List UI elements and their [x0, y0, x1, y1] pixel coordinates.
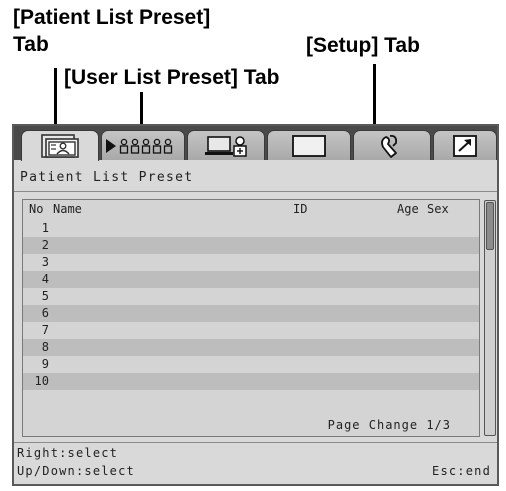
table-row[interactable]: 3	[23, 254, 479, 271]
help-right-select: Right:select	[17, 446, 119, 460]
tab-strip	[14, 126, 497, 161]
tab-patient-list-preset[interactable]	[21, 130, 99, 161]
export-arrow-icon	[453, 134, 477, 157]
table-row[interactable]: 5	[23, 288, 479, 305]
device-screen: Patient List Preset No Name ID Age Sex 1…	[12, 124, 499, 486]
scroll-thumb[interactable]	[486, 202, 494, 250]
table-row[interactable]: 1	[23, 220, 479, 237]
table-header: No Name ID Age Sex	[23, 202, 479, 220]
help-esc-end: Esc:end	[432, 464, 491, 478]
leader-line-patient-tab	[54, 68, 57, 126]
header-no: No	[29, 202, 44, 216]
row-number: 2	[41, 238, 49, 252]
table-row[interactable]: 2	[23, 237, 479, 254]
tab-setup[interactable]	[353, 130, 431, 160]
callout-user-list-tab: [User List Preset] Tab	[64, 66, 280, 89]
title-divider	[14, 191, 497, 192]
header-sex: Sex	[427, 202, 449, 216]
tab-blank-screen[interactable]	[267, 130, 351, 160]
list-scrollbar[interactable]	[484, 200, 496, 436]
table-row[interactable]: 4	[23, 271, 479, 288]
row-number: 1	[41, 221, 49, 235]
callout-patient-list-tab: [Patient List Preset]	[13, 6, 211, 29]
tab-export[interactable]	[433, 130, 497, 160]
row-number: 4	[41, 272, 49, 286]
panel-title: Patient List Preset	[20, 170, 194, 185]
wrench-icon	[381, 134, 398, 158]
computer-user-icon	[205, 135, 247, 157]
row-number: 9	[41, 357, 49, 371]
table-row[interactable]: 10	[23, 373, 479, 390]
callout-patient-list-tab-line2: Tab	[13, 33, 49, 56]
row-number: 6	[41, 306, 49, 320]
table-row[interactable]: 6	[23, 305, 479, 322]
patient-list-table: No Name ID Age Sex 1 2 3 4 5 6 7 8 9 10 …	[22, 199, 480, 437]
tab-user-list-preset[interactable]	[101, 130, 185, 160]
row-number: 7	[41, 323, 49, 337]
header-age: Age	[397, 202, 419, 216]
row-number: 5	[41, 289, 49, 303]
header-id: ID	[293, 202, 308, 216]
table-row[interactable]: 7	[23, 322, 479, 339]
help-updown-select: Up/Down:select	[17, 464, 135, 478]
page-change-indicator[interactable]: Page Change 1/3	[328, 418, 451, 432]
user-list-icon	[106, 138, 173, 154]
row-number: 10	[34, 374, 49, 388]
table-row[interactable]: 8	[23, 339, 479, 356]
leader-line-user-tab	[140, 92, 143, 126]
leader-line-setup-tab	[373, 64, 376, 129]
patient-list-icon	[41, 134, 79, 158]
row-number: 3	[41, 255, 49, 269]
callout-setup-tab: [Setup] Tab	[306, 34, 420, 57]
footer-divider	[14, 442, 497, 443]
tab-computer-user[interactable]	[187, 130, 265, 160]
header-name: Name	[53, 202, 82, 216]
blank-screen-icon	[292, 134, 326, 157]
table-row[interactable]: 9	[23, 356, 479, 373]
row-number: 8	[41, 340, 49, 354]
